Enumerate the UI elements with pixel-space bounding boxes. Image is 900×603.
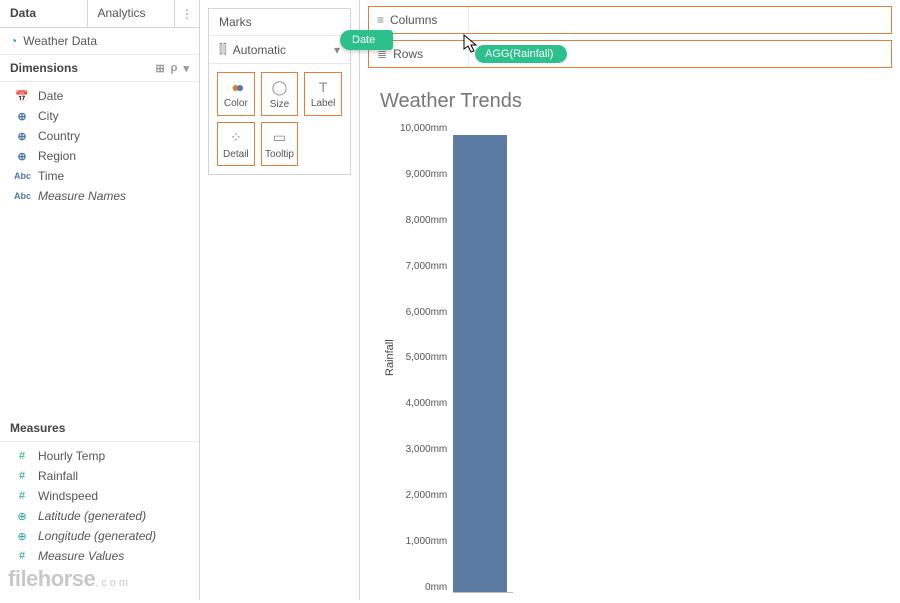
marks-type-dropdown[interactable]: ⫿⫿ Automatic ▾ (209, 35, 350, 64)
detail-icon: ⁘ (230, 129, 242, 146)
marks-title: Marks (209, 9, 350, 35)
rows-pill-agg-rainfall[interactable]: AGG(Rainfall) (475, 45, 567, 63)
globe-icon: ⊕ (14, 150, 30, 163)
field-city[interactable]: ⊕City (0, 106, 199, 126)
tab-data[interactable]: Data (0, 0, 88, 27)
abc-icon: Abc (14, 191, 30, 201)
marks-color-button[interactable]: ●●Color (217, 72, 255, 116)
measures-list: #Hourly Temp #Rainfall #Windspeed ⊕Latit… (0, 442, 199, 570)
color-icon: ●● (231, 79, 240, 95)
field-date[interactable]: 📅Date (0, 86, 199, 106)
marks-tooltip-button[interactable]: ▭Tooltip (261, 122, 299, 166)
datasource-item[interactable]: ◔ Weather Data (0, 28, 199, 55)
marks-type-label: Automatic (233, 43, 286, 57)
hash-icon: # (14, 450, 30, 462)
globe-icon: ⊕ (14, 130, 30, 143)
marks-label-button[interactable]: TLabel (304, 72, 342, 116)
field-hourly-temp[interactable]: #Hourly Temp (0, 446, 199, 466)
field-measure-values[interactable]: #Measure Values (0, 546, 199, 566)
field-region[interactable]: ⊕Region (0, 146, 199, 166)
dimensions-menu-icon[interactable]: ▾ (183, 62, 189, 75)
globe-icon: ⊕ (14, 510, 30, 523)
rows-label: Rows (393, 47, 423, 61)
rows-shelf[interactable]: ≣Rows AGG(Rainfall) (368, 40, 892, 68)
datasource-icon: ◔ (10, 34, 17, 48)
field-windspeed[interactable]: #Windspeed (0, 486, 199, 506)
field-longitude[interactable]: ⊕Longitude (generated) (0, 526, 199, 546)
viz-title[interactable]: Weather Trends (380, 90, 880, 113)
field-rainfall[interactable]: #Rainfall (0, 466, 199, 486)
marks-detail-button[interactable]: ⁘Detail (217, 122, 255, 166)
columns-icon: ≡ (377, 13, 384, 27)
columns-shelf[interactable]: ≡ Columns (368, 6, 892, 34)
measures-header: Measures (10, 421, 65, 435)
label-icon: T (319, 79, 328, 95)
chevron-down-icon: ▾ (334, 43, 340, 57)
view-grid-icon[interactable]: ⊞ (155, 62, 164, 75)
calendar-icon: 📅 (14, 90, 30, 103)
size-icon: ◯ (272, 79, 288, 96)
bar-icon: ⫿⫿ (219, 42, 227, 57)
search-icon[interactable]: ρ (171, 62, 178, 75)
globe-icon: ⊕ (14, 530, 30, 543)
y-axis-ticks: 10,000mm 9,000mm 8,000mm 7,000mm 6,000mm… (400, 123, 453, 593)
dimensions-header: Dimensions (10, 61, 78, 75)
hash-icon: # (14, 550, 30, 562)
marks-size-button[interactable]: ◯Size (261, 72, 299, 116)
hash-icon: # (14, 490, 30, 502)
field-measure-names[interactable]: AbcMeasure Names (0, 186, 199, 206)
columns-label: Columns (390, 13, 437, 27)
bar-rainfall[interactable] (453, 135, 507, 592)
datasource-name: Weather Data (23, 34, 97, 48)
tab-menu-icon[interactable]: ⋮ (175, 0, 199, 27)
dimensions-list: 📅Date ⊕City ⊕Country ⊕Region AbcTime Abc… (0, 82, 199, 210)
field-time[interactable]: AbcTime (0, 166, 199, 186)
drag-pill-date[interactable]: Date (340, 30, 393, 50)
cursor-icon (463, 34, 479, 54)
hash-icon: # (14, 470, 30, 482)
field-latitude[interactable]: ⊕Latitude (generated) (0, 506, 199, 526)
y-axis-label: Rainfall (380, 123, 400, 593)
abc-icon: Abc (14, 171, 30, 181)
chart-area[interactable]: Rainfall 10,000mm 9,000mm 8,000mm 7,000m… (380, 123, 880, 593)
tab-analytics[interactable]: Analytics (88, 0, 176, 27)
globe-icon: ⊕ (14, 110, 30, 123)
field-country[interactable]: ⊕Country (0, 126, 199, 146)
tooltip-icon: ▭ (273, 129, 286, 146)
